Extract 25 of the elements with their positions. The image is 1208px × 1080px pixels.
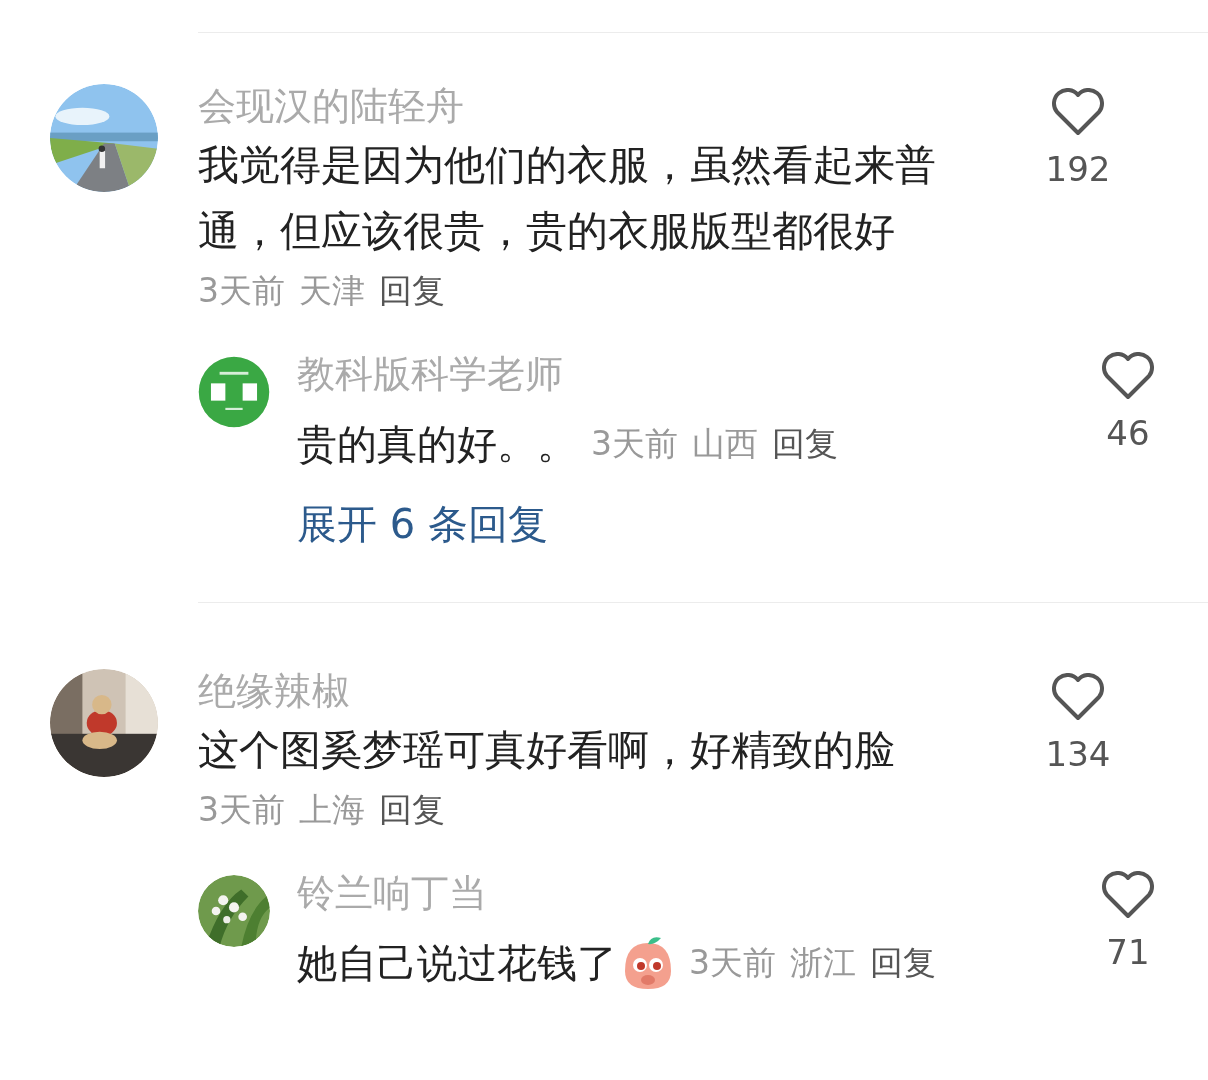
location: 天津 [299,270,365,312]
timestamp: 3天前 [689,942,776,984]
location: 上海 [299,789,365,831]
reply-text: 贵的真的好。。 [297,420,577,469]
like-count: 71 [1106,931,1150,974]
reply-link[interactable]: 回复 [379,785,445,835]
reply-link[interactable]: 回复 [870,935,936,991]
heart-icon[interactable] [1101,871,1155,919]
heart-icon[interactable] [1051,673,1105,721]
location: 山西 [692,423,758,465]
reply-text: 她自己说过花钱了 [297,939,617,988]
expand-replies-link[interactable]: 展开 6 条回复 [297,496,1208,552]
like-count: 134 [1045,733,1111,776]
reply-link[interactable]: 回复 [772,416,838,472]
comment-text: 这个图奚梦瑶可真好看啊，好精致的脸 [198,725,896,776]
heart-icon[interactable] [1051,88,1105,136]
heart-icon[interactable] [1101,352,1155,400]
comment-text: 我觉得是因为他们的衣服，虽然看起来普通，但应该很贵，贵的衣服版型都很好 [198,140,937,257]
location: 浙江 [790,942,856,984]
like-count: 46 [1106,412,1150,455]
reply-link[interactable]: 回复 [379,266,445,316]
like-count: 192 [1045,148,1111,191]
timestamp: 3天前 [198,789,285,831]
timestamp: 3天前 [591,423,678,465]
timestamp: 3天前 [198,270,285,312]
